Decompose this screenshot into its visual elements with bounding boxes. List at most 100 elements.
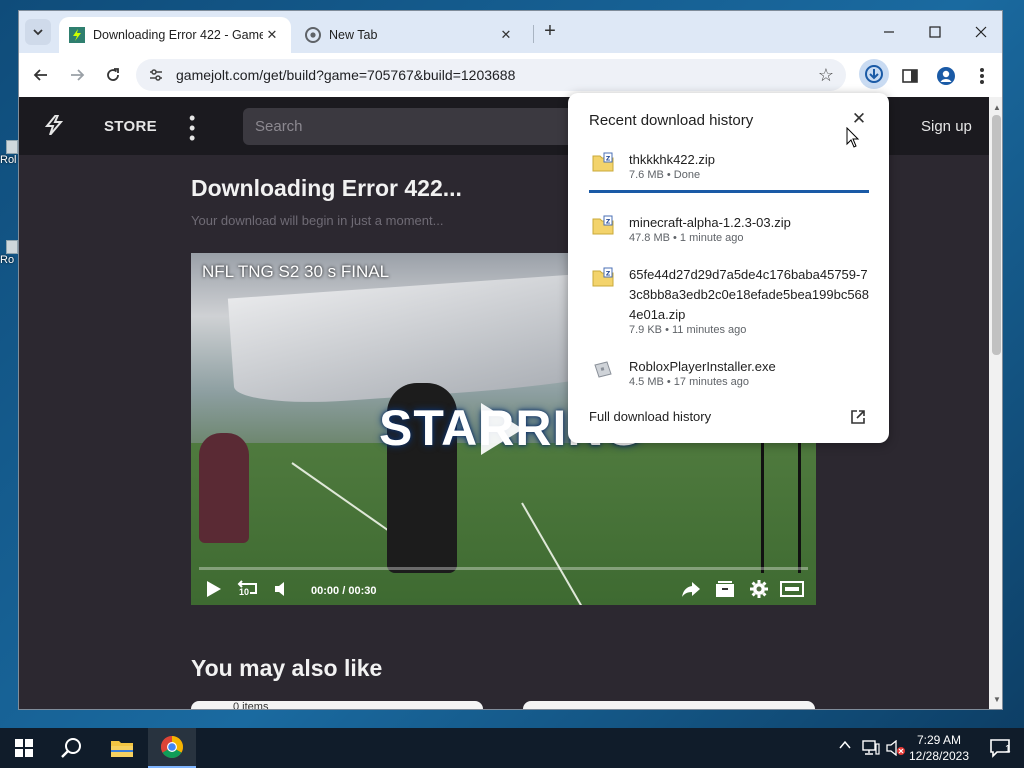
- downloads-button[interactable]: [859, 59, 889, 89]
- tab-search-button[interactable]: [25, 19, 51, 45]
- svg-text:Z: Z: [606, 219, 611, 226]
- replay-10-button[interactable]: 10: [235, 577, 261, 601]
- scroll-up-arrow-icon[interactable]: ▲: [993, 103, 1001, 112]
- profile-button[interactable]: [933, 63, 959, 89]
- taskbar-chrome[interactable]: [148, 728, 196, 768]
- show-hidden-icons-icon[interactable]: [838, 738, 852, 755]
- site-info-icon[interactable]: [148, 67, 164, 83]
- time-separator: /: [342, 585, 346, 597]
- play-icon: [207, 581, 221, 597]
- gamejolt-logo-icon[interactable]: [45, 115, 63, 135]
- address-bar[interactable]: gamejolt.com/get/build?game=705767&build…: [136, 59, 846, 91]
- chrome-menu-button[interactable]: [969, 63, 995, 89]
- desktop-shortcut-roblox[interactable]: Rol: [0, 140, 18, 166]
- desktop-shortcut-label: Ro: [0, 254, 15, 266]
- download-history-panel: Recent download history ✕ Z thkkkhk422.z…: [568, 93, 889, 443]
- folder-icon: [111, 741, 133, 757]
- shortcut-icon: [6, 140, 18, 154]
- current-time: 00:00: [311, 585, 340, 597]
- game-card[interactable]: [523, 701, 815, 709]
- close-tab-icon[interactable]: ✕: [497, 27, 515, 43]
- download-file-name: 65fe44d27d29d7a5de4c176baba45759-73c8bb8…: [629, 267, 870, 322]
- toolbar: gamejolt.com/get/build?game=705767&build…: [19, 53, 1002, 97]
- scrollbar-thumb[interactable]: [992, 115, 1001, 355]
- zip-file-icon: Z: [592, 215, 614, 235]
- mouse-cursor-icon: [846, 127, 860, 148]
- download-file-name: RobloxPlayerInstaller.exe: [629, 359, 776, 374]
- side-panel-button[interactable]: [897, 63, 923, 89]
- windows-logo-icon: [15, 739, 33, 757]
- volume-icon: [275, 582, 284, 596]
- clock-date: 12/28/2023: [908, 749, 970, 763]
- desktop-shortcut-roblox-player[interactable]: Ro: [0, 240, 18, 266]
- video-controls: 10 00:00 / 00:30: [191, 573, 816, 605]
- start-button[interactable]: [0, 728, 48, 768]
- download-complete-bar: [589, 190, 869, 193]
- video-progress-bar[interactable]: [199, 567, 808, 570]
- page-title: Downloading Error 422...: [191, 175, 462, 201]
- miniplayer-icon: [780, 581, 804, 597]
- chevron-down-icon: [33, 29, 43, 36]
- bookmark-star-icon[interactable]: ☆: [818, 65, 834, 86]
- gamejolt-favicon-icon: [69, 27, 85, 43]
- notification-count: 1: [1005, 744, 1011, 755]
- new-tab-button[interactable]: +: [539, 21, 561, 43]
- duration: 00:30: [348, 585, 377, 597]
- video-title[interactable]: NFL TNG S2 30 s FINAL: [202, 262, 389, 282]
- maximize-icon: [929, 26, 941, 38]
- tab-divider: [533, 25, 534, 43]
- site-search-input[interactable]: Search: [243, 108, 603, 145]
- volume-muted-icon[interactable]: [886, 739, 906, 759]
- chrome-icon: [161, 736, 183, 758]
- store-link[interactable]: STORE: [104, 118, 157, 135]
- close-tab-icon[interactable]: ✕: [263, 27, 281, 43]
- sign-up-link[interactable]: Sign up: [921, 118, 972, 135]
- roblox-installer-icon: [594, 361, 612, 378]
- search-icon: [61, 738, 81, 758]
- tab-new-tab[interactable]: New Tab ✕: [295, 17, 525, 53]
- page-subtitle: Your download will begin in just a momen…: [191, 213, 444, 228]
- chrome-favicon-icon: [305, 27, 321, 43]
- network-icon[interactable]: [862, 740, 880, 759]
- share-button[interactable]: [679, 577, 703, 601]
- page-scrollbar[interactable]: ▲ ▼: [989, 97, 1002, 709]
- download-file-name: minecraft-alpha-1.2.3-03.zip: [629, 215, 791, 230]
- scroll-down-arrow-icon[interactable]: ▼: [993, 695, 1001, 704]
- download-file-name: thkkkhk422.zip: [629, 152, 715, 167]
- play-button[interactable]: [203, 577, 225, 601]
- desktop-shortcut-label: Rol: [0, 154, 17, 166]
- close-icon: [975, 26, 987, 38]
- play-overlay-icon[interactable]: [477, 401, 525, 457]
- close-window-button[interactable]: [967, 19, 995, 45]
- taskbar-file-explorer[interactable]: [98, 728, 146, 768]
- volume-button[interactable]: [271, 577, 293, 601]
- more-menu-icon[interactable]: • • •: [189, 109, 197, 147]
- replay-seconds-label: 10: [239, 587, 250, 597]
- action-center-button[interactable]: 1: [976, 728, 1024, 768]
- taskbar-search-button[interactable]: [48, 728, 96, 768]
- gear-icon: [750, 580, 768, 598]
- network-monitor-icon: [862, 740, 880, 755]
- kebab-menu-icon: [980, 68, 984, 84]
- reload-button[interactable]: [101, 63, 125, 87]
- search-placeholder: Search: [255, 118, 303, 135]
- open-in-new-icon[interactable]: [850, 409, 866, 425]
- taskbar-clock[interactable]: 7:29 AM 12/28/2023: [908, 732, 970, 764]
- tab-title: New Tab: [329, 28, 378, 42]
- forward-button[interactable]: [65, 63, 89, 87]
- download-file-meta: 7.6 MB • Done: [629, 169, 701, 181]
- side-panel-icon: [902, 69, 918, 83]
- youtube-logo-button[interactable]: [779, 577, 805, 601]
- full-download-history-link[interactable]: Full download history: [589, 409, 711, 424]
- tab-gamejolt[interactable]: Downloading Error 422 - Game ✕: [59, 17, 291, 53]
- settings-button[interactable]: [747, 577, 771, 601]
- download-panel-title: Recent download history: [589, 112, 754, 129]
- minimize-button[interactable]: [875, 19, 903, 45]
- clock-time: 7:29 AM: [916, 733, 962, 747]
- speaker-icon: [886, 739, 905, 757]
- minimize-icon: [884, 31, 894, 33]
- back-button[interactable]: [29, 63, 53, 87]
- maximize-button[interactable]: [921, 19, 949, 45]
- watch-later-button[interactable]: [713, 577, 737, 601]
- tab-title: Downloading Error 422 - Game: [93, 28, 263, 42]
